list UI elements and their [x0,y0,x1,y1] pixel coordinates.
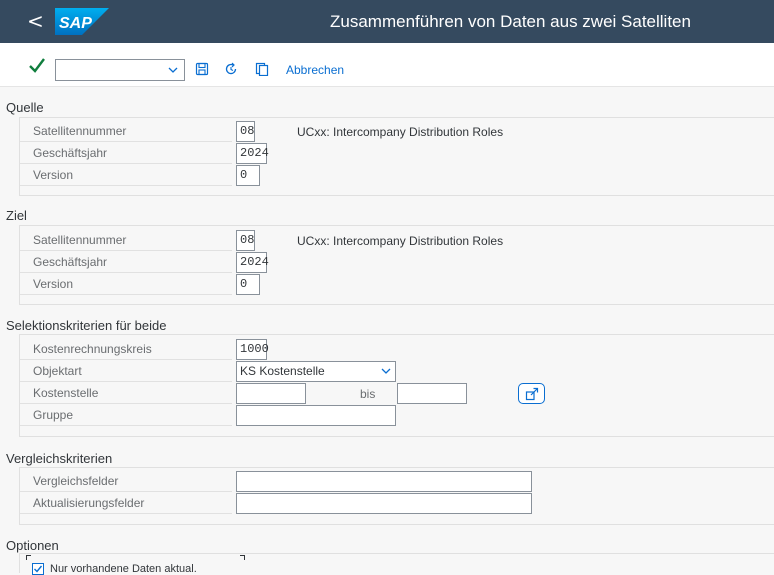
source-year-label: Geschäftsjahr [20,143,232,164]
check-icon[interactable] [28,55,46,75]
back-button[interactable]: < [27,10,44,32]
object-type-label: Objektart [20,361,232,382]
source-satellite-field[interactable]: 08 [236,121,255,142]
source-version-field[interactable]: 0 [236,165,260,186]
update-fields-field[interactable] [236,493,532,514]
target-satellite-description: UCxx: Intercompany Distribution Roles [297,234,504,248]
source-satellite-description: UCxx: Intercompany Distribution Roles [297,125,504,139]
object-type-select[interactable]: KS Kostenstelle [236,361,396,382]
multiple-selection-button[interactable] [518,383,545,404]
app-title: Zusammenführen von Daten aus zwei Satell… [330,12,691,31]
sap-logo: SAP [55,8,109,35]
frame-corner-left [26,555,31,560]
compare-fields-field[interactable] [236,471,532,492]
save-icon[interactable] [195,62,209,76]
only-existing-checkbox[interactable] [32,563,44,575]
cost-center-label: Kostenstelle [20,383,232,404]
target-year-label: Geschäftsjahr [20,252,232,273]
controlling-area-label: Kostenrechnungskreis [20,339,232,360]
update-fields-label: Aktualisierungsfelder [20,493,232,514]
source-satellite-label: Satellitennummer [20,121,232,142]
controlling-area-field[interactable]: 1000 [236,339,269,360]
section-title-comparison: Vergleichskriterien [6,451,113,466]
chevron-down-icon [168,67,178,73]
chevron-down-icon [381,368,391,374]
compare-fields-label: Vergleichsfelder [20,471,232,492]
section-title-selection: Selektionskriterien für beide [6,318,167,333]
group-label: Gruppe [20,405,232,426]
cancel-button[interactable]: Abbrechen [286,63,344,77]
section-title-options: Optionen [6,538,59,553]
cost-center-to-field[interactable] [397,383,467,404]
section-title-source: Quelle [6,100,44,115]
only-existing-label: Nur vorhandene Daten aktual. [50,563,197,575]
multiple-selection-icon [525,387,539,401]
sap-logo-text: SAP [59,15,92,32]
cost-center-from-field[interactable] [236,383,306,404]
copy-icon[interactable] [255,62,269,76]
shell-bar: < SAP Zusammenführen von Daten aus zwei … [0,0,774,43]
bis-label: bis [360,387,376,401]
frame-corner-right [240,555,245,560]
target-version-label: Version [20,274,232,295]
command-field[interactable] [55,59,185,81]
refresh-icon[interactable] [224,62,238,76]
target-year-field[interactable]: 2024 [236,252,269,273]
target-version-field[interactable]: 0 [236,274,260,295]
toolbar: Abbrechen [0,43,774,87]
target-satellite-field[interactable]: 08 [236,230,255,251]
object-type-value: KS Kostenstelle [240,364,325,378]
section-title-target: Ziel [6,208,27,223]
group-field[interactable] [236,405,396,426]
source-year-field[interactable]: 2024 [236,143,269,164]
target-satellite-label: Satellitennummer [20,230,232,251]
source-version-label: Version [20,165,232,186]
